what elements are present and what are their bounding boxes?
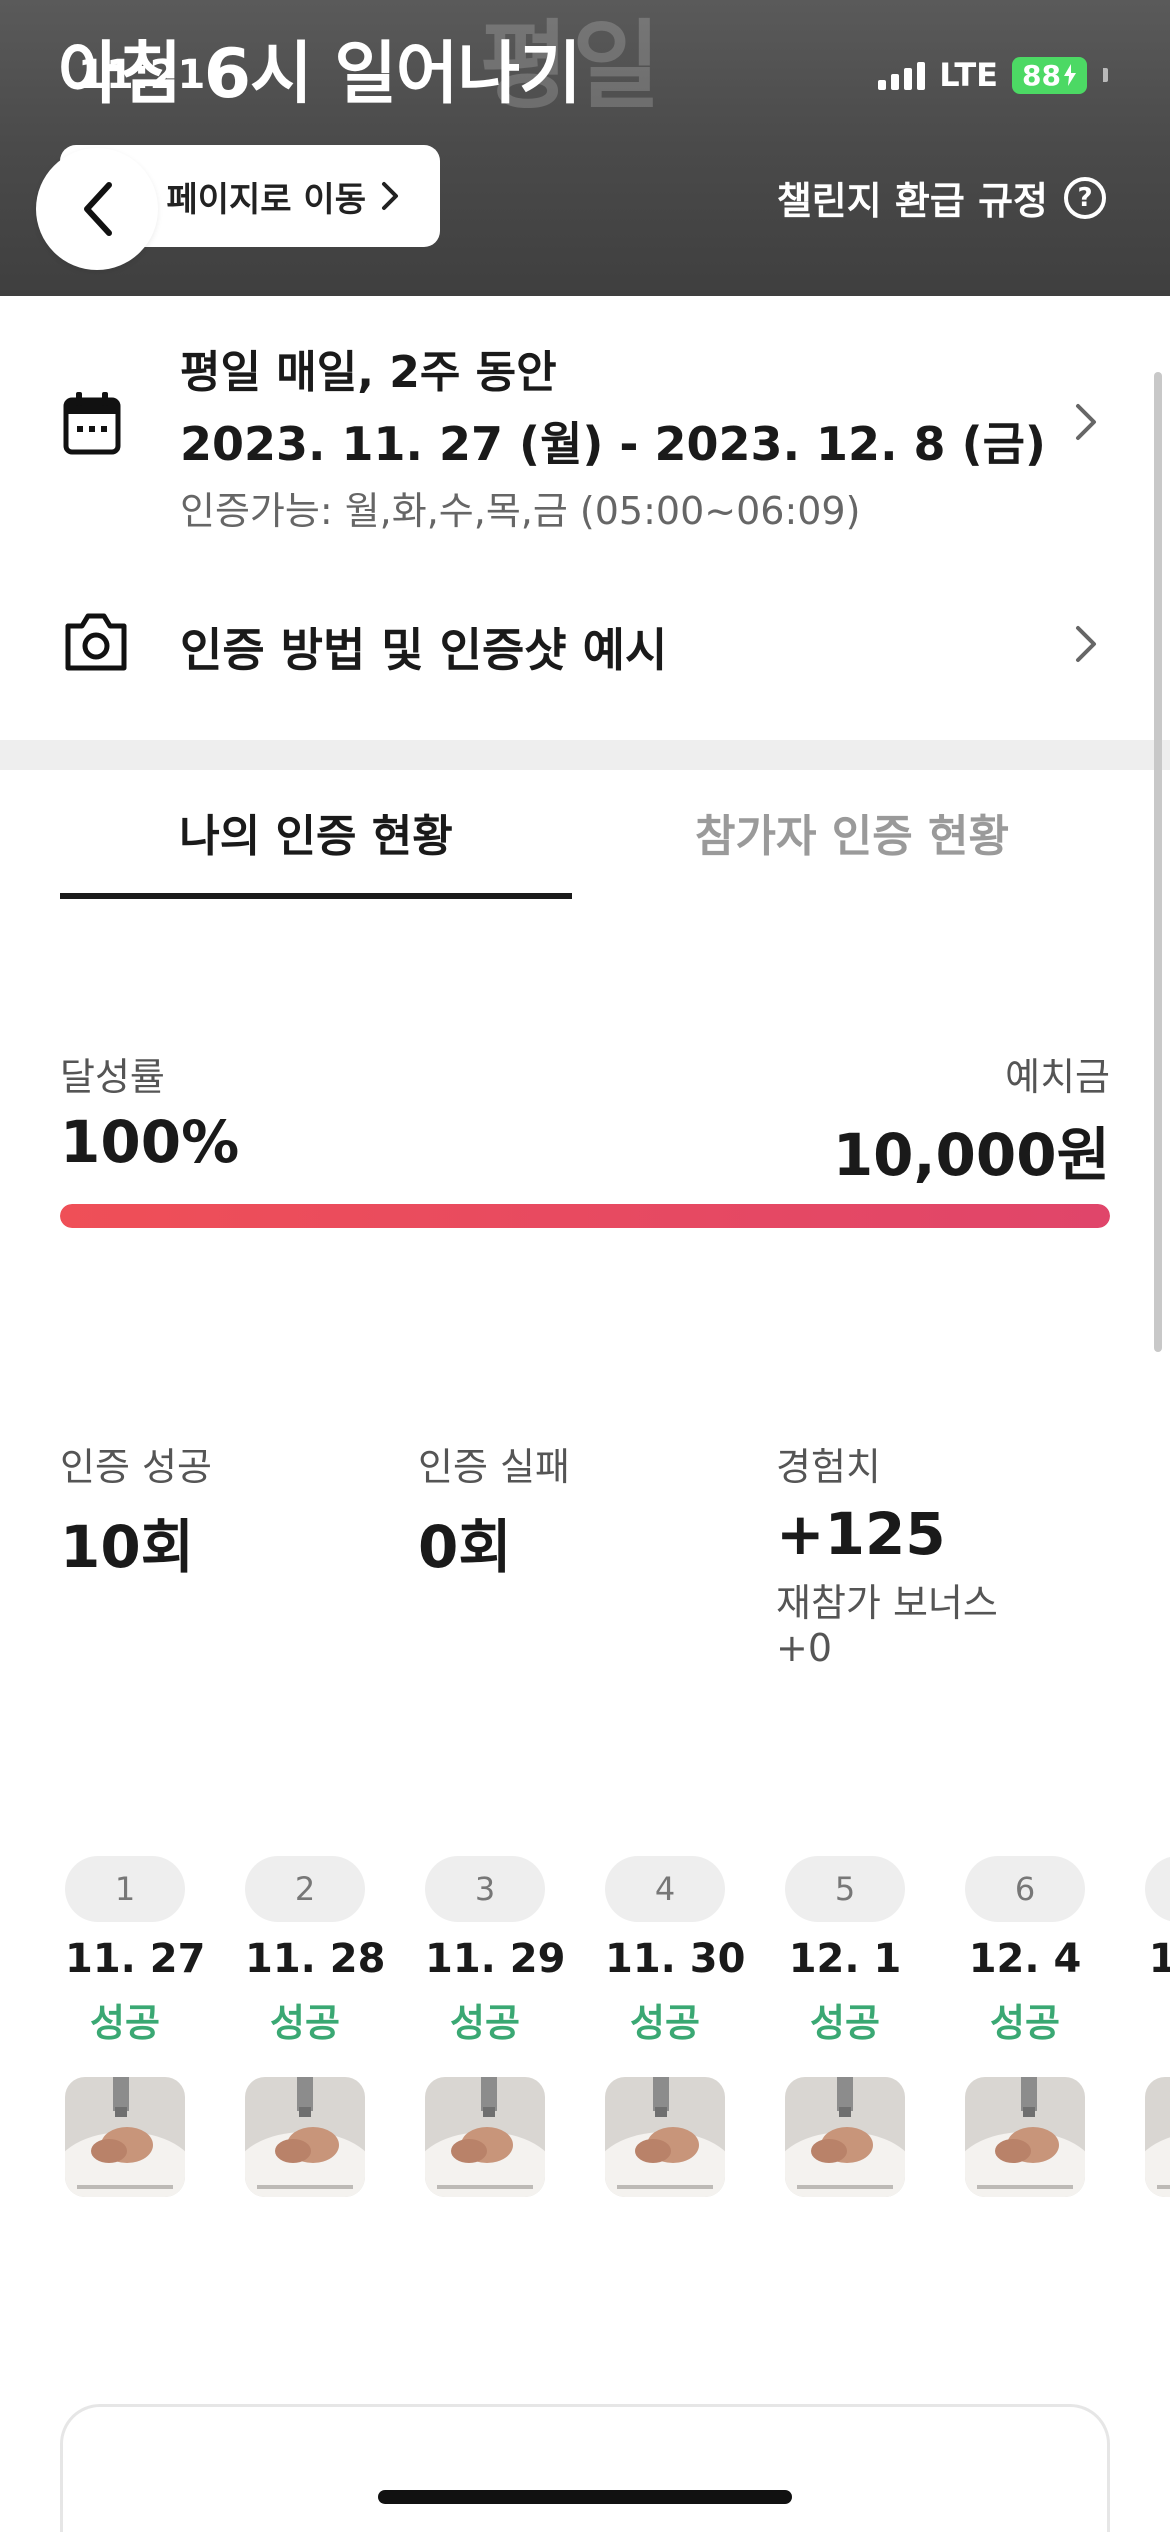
home-indicator <box>378 2490 792 2504</box>
day-date: 11. 30 <box>605 1936 746 1982</box>
experience-value: +125 <box>776 1500 946 1568</box>
day-status: 성공 <box>630 2001 700 2045</box>
refund-policy-link[interactable]: 챌린지 환급 규정 ? <box>777 170 1106 225</box>
calendar-icon <box>63 392 121 455</box>
daily-verification-list: 1 11. 27 성공 2 11. 28 성공 3 11. 29 성공 4 11. 30 성공 5 12.… <box>0 1856 1170 2206</box>
day-number: 1 <box>65 1856 185 1922</box>
verification-photo[interactable] <box>425 2077 545 2197</box>
chevron-left-icon <box>84 182 112 236</box>
rejoin-bonus-label: 재참가 보너스 <box>776 1581 998 1625</box>
day-status: 성공 <box>270 2001 340 2045</box>
day-date: 12. 5 <box>1148 1936 1170 1982</box>
verification-photo[interactable] <box>65 2077 185 2197</box>
achievement-progress-fill <box>60 1204 1110 1228</box>
day-item[interactable]: 5 12. 1 성공 <box>785 1856 905 2197</box>
refund-policy-label: 챌린지 환급 규정 <box>776 179 1048 223</box>
status-time: 11:21 <box>78 52 206 98</box>
active-tab-indicator <box>60 893 572 899</box>
success-count-label: 인증 성공 <box>60 1445 212 1489</box>
tab-participants-status[interactable]: 참가자 인증 현황 <box>596 800 1108 864</box>
day-date: 11. 27 <box>65 1936 206 1982</box>
tab-my-status[interactable]: 나의 인증 현황 <box>60 800 572 864</box>
fail-count-label: 인증 실패 <box>418 1445 570 1489</box>
fail-count-value: 0회 <box>418 1513 512 1581</box>
verification-method-label: 인증 방법 및 인증샷 예시 <box>180 623 668 677</box>
success-count-value: 10회 <box>60 1513 195 1581</box>
verification-photo[interactable] <box>785 2077 905 2197</box>
day-number: 5 <box>785 1856 905 1922</box>
verification-photo[interactable] <box>605 2077 725 2197</box>
day-date: 11. 28 <box>245 1936 386 1982</box>
achievement-progress-bar <box>60 1204 1110 1228</box>
experience-label: 경험치 <box>776 1445 881 1489</box>
day-date: 12. 4 <box>968 1936 1082 1982</box>
day-date: 11. 29 <box>425 1936 566 1982</box>
day-item[interactable]: 6 12. 4 성공 <box>965 1856 1085 2197</box>
day-number: 4 <box>605 1856 725 1922</box>
chevron-right-icon <box>1076 626 1096 662</box>
section-divider <box>0 740 1170 770</box>
rejoin-bonus-value: +0 <box>776 1626 833 1670</box>
day-item[interactable]: 7 12. 5 성공 <box>1145 1856 1170 2197</box>
day-item[interactable]: 1 11. 27 성공 <box>65 1856 206 2197</box>
day-item[interactable]: 4 11. 30 성공 <box>605 1856 746 2197</box>
verification-photo[interactable] <box>965 2077 1085 2197</box>
day-item[interactable]: 3 11. 29 성공 <box>425 1856 566 2197</box>
scrollbar[interactable] <box>1154 372 1162 1352</box>
battery-icon: 88 <box>1012 56 1087 94</box>
verification-photo[interactable] <box>1145 2077 1170 2197</box>
verification-photo[interactable] <box>245 2077 365 2197</box>
day-item[interactable]: 2 11. 28 성공 <box>245 1856 386 2197</box>
move-page-label: 페이지로 이동 <box>166 179 366 220</box>
day-status: 성공 <box>450 2001 520 2045</box>
achievement-value: 100% <box>60 1108 240 1176</box>
day-number: 3 <box>425 1856 545 1922</box>
bottom-card <box>60 2404 1110 2532</box>
chevron-right-icon <box>1076 404 1096 440</box>
status-indicators: LTE 88 <box>878 56 1108 94</box>
day-date: 12. 1 <box>788 1936 902 1982</box>
day-number: 7 <box>1145 1856 1170 1922</box>
day-status: 성공 <box>90 2001 160 2045</box>
achievement-label: 달성률 <box>60 1055 165 1099</box>
day-number: 6 <box>965 1856 1085 1922</box>
day-number: 2 <box>245 1856 365 1922</box>
schedule-row[interactable]: 평일 매일, 2주 동안 2023. 11. 27 (월) - 2023. 12… <box>0 336 1170 533</box>
back-button[interactable] <box>36 148 158 270</box>
signal-icon <box>878 60 926 90</box>
day-status: 성공 <box>990 2001 1060 2045</box>
schedule-period: 평일 매일, 2주 동안 <box>180 347 557 398</box>
camera-icon <box>65 613 127 671</box>
day-status: 성공 <box>1145 1992 1170 2047</box>
battery-level: 88 <box>1022 58 1061 92</box>
schedule-available-times: 인증가능: 월,화,수,목,금 (05:00~06:09) <box>180 489 861 533</box>
verification-method-row[interactable]: 인증 방법 및 인증샷 예시 <box>0 596 1170 696</box>
battery-tip <box>1103 68 1108 82</box>
question-icon: ? <box>1064 176 1106 219</box>
challenge-header: 평일 아침 6시 일어나기 11:21 LTE 88 페이지로 이동 챌린지 환… <box>0 0 1170 296</box>
network-label: LTE <box>939 56 999 94</box>
deposit-value: 10,000원 <box>832 1121 1110 1189</box>
deposit-label: 예치금 <box>1005 1055 1110 1099</box>
day-status: 성공 <box>810 2001 880 2045</box>
chevron-right-icon <box>382 182 398 210</box>
schedule-dates: 2023. 11. 27 (월) - 2023. 12. 8 (금) <box>180 417 1046 471</box>
